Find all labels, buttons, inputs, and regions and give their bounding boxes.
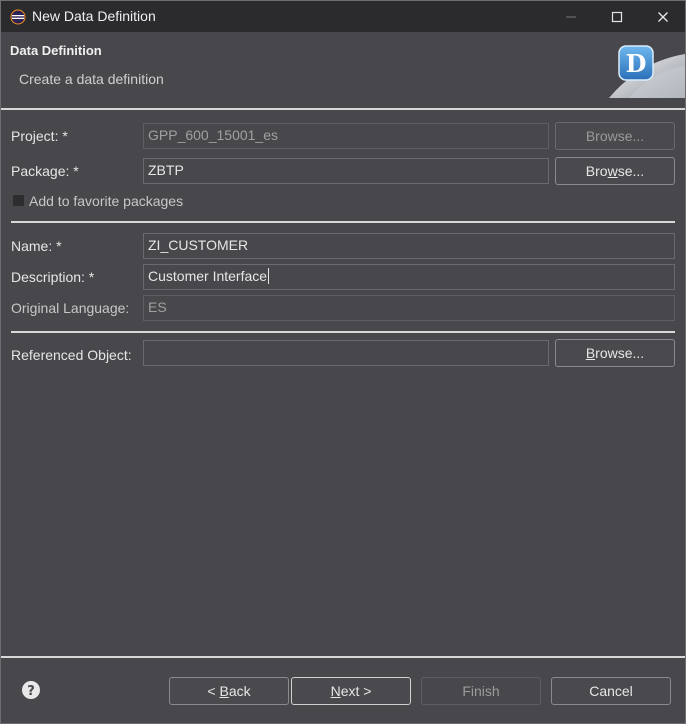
data-definition-banner-icon: D bbox=[609, 45, 685, 98]
name-value: ZI_CUSTOMER bbox=[148, 237, 249, 253]
name-input[interactable]: ZI_CUSTOMER bbox=[143, 233, 675, 259]
eclipse-app-icon bbox=[10, 9, 26, 25]
title-bar: New Data Definition bbox=[1, 1, 685, 32]
page-subtitle: Create a data definition bbox=[19, 71, 164, 87]
name-label: Name: * bbox=[11, 238, 62, 254]
project-browse-button[interactable]: Browse... bbox=[555, 122, 675, 150]
package-browse-mnemonic: w bbox=[607, 163, 618, 179]
project-label: Project: * bbox=[11, 128, 68, 144]
description-value: Customer Interface bbox=[148, 268, 268, 284]
back-button[interactable]: < Back bbox=[169, 677, 289, 705]
package-browse-label-a: Bro bbox=[585, 163, 608, 179]
finish-button[interactable]: Finish bbox=[421, 677, 541, 705]
original-language-label: Original Language: bbox=[11, 300, 130, 316]
header-separator bbox=[1, 108, 685, 110]
referenced-browse-button[interactable]: Browse... bbox=[555, 339, 675, 367]
close-button[interactable] bbox=[640, 1, 686, 32]
maximize-icon bbox=[611, 11, 623, 22]
cancel-button[interactable]: Cancel bbox=[551, 677, 671, 705]
svg-text:?: ? bbox=[27, 684, 35, 699]
referenced-browse-mnemonic: B bbox=[585, 345, 596, 361]
close-icon bbox=[658, 11, 668, 22]
description-input[interactable]: Customer Interface bbox=[143, 264, 675, 290]
project-value: GPP_600_15001_es bbox=[148, 127, 278, 143]
finish-label: Finish bbox=[462, 683, 500, 699]
page-title: Data Definition bbox=[10, 43, 102, 58]
package-browse-label-b: se... bbox=[617, 163, 645, 179]
help-icon[interactable]: ? bbox=[21, 680, 41, 700]
back-mnemonic: B bbox=[219, 683, 229, 699]
referenced-object-label: Referenced Object: bbox=[11, 347, 132, 363]
section-separator-2 bbox=[11, 331, 675, 333]
back-label-a: < bbox=[207, 683, 220, 699]
text-cursor bbox=[268, 268, 270, 284]
wizard-header: Data Definition Create a data definition… bbox=[1, 32, 685, 109]
back-label-b: ack bbox=[228, 683, 251, 699]
package-label: Package: * bbox=[11, 163, 79, 179]
next-mnemonic: N bbox=[330, 683, 341, 699]
favorite-checkbox[interactable] bbox=[13, 195, 24, 206]
package-input[interactable]: ZBTP bbox=[143, 158, 549, 184]
next-button[interactable]: Next > bbox=[291, 677, 411, 705]
referenced-browse-label-b: rowse... bbox=[595, 345, 645, 361]
maximize-button[interactable] bbox=[594, 1, 640, 32]
original-language-field: ES bbox=[143, 295, 675, 321]
project-field: GPP_600_15001_es bbox=[143, 123, 549, 149]
minimize-icon bbox=[566, 16, 576, 17]
banner-letter: D bbox=[626, 49, 647, 78]
next-label: ext > bbox=[340, 683, 372, 699]
cancel-label: Cancel bbox=[589, 683, 633, 699]
referenced-object-input[interactable] bbox=[143, 340, 549, 366]
package-value: ZBTP bbox=[148, 162, 184, 178]
minimize-button[interactable] bbox=[548, 1, 594, 32]
description-label: Description: * bbox=[11, 269, 95, 285]
package-browse-button[interactable]: Bro w se... bbox=[555, 157, 675, 185]
footer-separator bbox=[1, 656, 685, 658]
original-language-value: ES bbox=[148, 299, 167, 315]
section-separator-1 bbox=[11, 221, 675, 223]
project-browse-label: Browse... bbox=[585, 128, 645, 144]
new-data-definition-dialog: New Data Definition Data Definition Crea… bbox=[0, 0, 686, 724]
favorite-label[interactable]: Add to favorite packages bbox=[29, 193, 183, 209]
window-title: New Data Definition bbox=[32, 8, 156, 24]
